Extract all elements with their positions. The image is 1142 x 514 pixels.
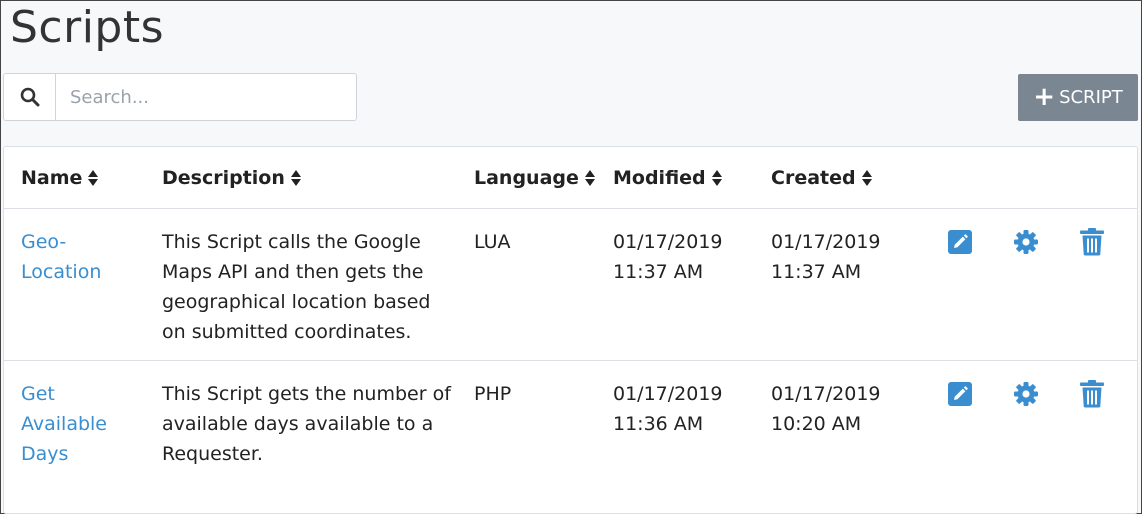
column-header-modified[interactable]: Modified xyxy=(613,167,723,189)
script-language: LUA xyxy=(474,231,511,253)
add-script-button[interactable]: + SCRIPT xyxy=(1018,74,1138,121)
trash-icon[interactable] xyxy=(1079,380,1105,408)
sort-icon[interactable] xyxy=(290,169,302,187)
column-header-name[interactable]: Name xyxy=(21,167,99,189)
sort-icon[interactable] xyxy=(584,169,596,187)
search-icon[interactable] xyxy=(4,74,56,120)
page-title: Scripts xyxy=(10,2,165,53)
script-modified: 01/17/2019 11:36 AM xyxy=(613,383,723,435)
table-row: Get Available Days This Script gets the … xyxy=(4,362,1137,512)
column-header-created[interactable]: Created xyxy=(771,167,873,189)
edit-icon[interactable] xyxy=(947,229,973,255)
script-language: PHP xyxy=(474,383,512,405)
sort-icon[interactable] xyxy=(711,169,723,187)
scripts-table: Name Description Language Modified Creat… xyxy=(3,146,1138,514)
plus-icon: + xyxy=(1033,81,1056,112)
script-name-link[interactable]: Geo- Location xyxy=(21,227,101,287)
script-name-link[interactable]: Get Available Days xyxy=(21,379,107,469)
sort-icon[interactable] xyxy=(88,169,99,187)
script-created: 01/17/2019 11:37 AM xyxy=(771,231,881,283)
search-input[interactable] xyxy=(56,74,356,120)
add-script-label: SCRIPT xyxy=(1059,87,1123,108)
script-description: This Script gets the number of available… xyxy=(162,383,451,465)
script-modified: 01/17/2019 11:37 AM xyxy=(613,231,723,283)
gear-icon[interactable] xyxy=(1013,381,1039,407)
edit-icon[interactable] xyxy=(947,381,973,407)
column-header-language[interactable]: Language xyxy=(474,167,596,189)
sort-icon[interactable] xyxy=(861,169,873,187)
script-created: 01/17/2019 10:20 AM xyxy=(771,383,881,435)
table-row: Geo- Location This Script calls the Goog… xyxy=(4,210,1137,361)
gear-icon[interactable] xyxy=(1013,229,1039,255)
search-bar xyxy=(3,73,357,121)
trash-icon[interactable] xyxy=(1079,228,1105,256)
table-header: Name Description Language Modified Creat… xyxy=(4,147,1137,209)
script-description: This Script calls the Google Maps API an… xyxy=(162,231,431,343)
column-header-description[interactable]: Description xyxy=(162,167,302,189)
